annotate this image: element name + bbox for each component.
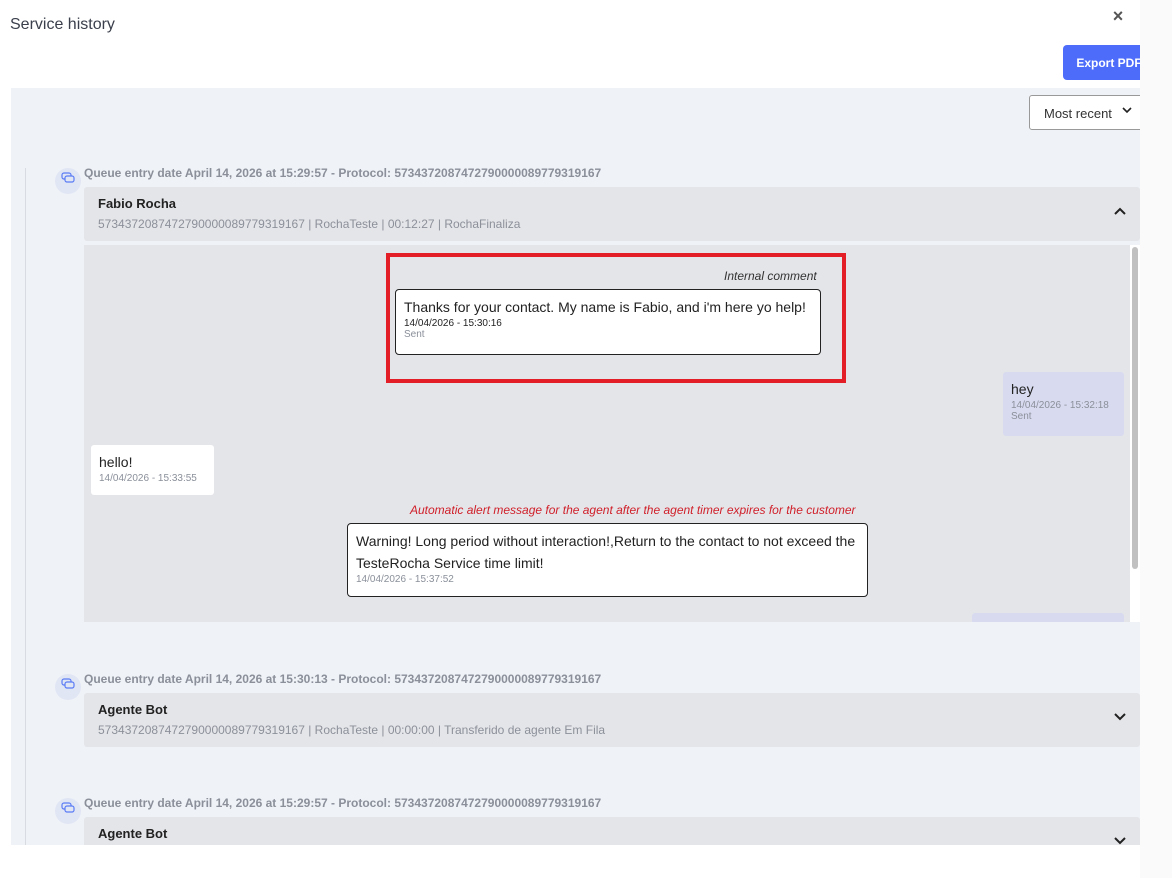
message-text: Thanks for your contact. My name is Fabi…	[404, 299, 806, 315]
alert-message-bubble: Warning! Long period without interaction…	[347, 523, 868, 597]
chat-scrollbar-thumb[interactable]	[1132, 247, 1138, 569]
agent-name: Fabio Rocha	[98, 196, 177, 211]
timeline-line	[25, 168, 26, 845]
sort-select[interactable]: Most recent	[1029, 95, 1147, 130]
modal-footer	[0, 845, 1140, 878]
entry-meta: 5734372087472790000089779319167 | RochaT…	[98, 723, 606, 737]
message-time: 14/04/2026 - 15:32:18	[1011, 400, 1109, 411]
message-text: Warning! Long period without interaction…	[356, 533, 856, 571]
entry-card[interactable]: Agente Bot 57343720874727900000897793191…	[84, 693, 1140, 747]
service-history-modal: Service history × Export PDF Most recent…	[0, 0, 1155, 878]
chat-bubbles-icon	[55, 798, 81, 824]
sort-selected-value: Most recent	[1044, 106, 1112, 121]
chevron-up-icon[interactable]	[1112, 203, 1128, 224]
chat-transcript: Internal comment Thanks for your contact…	[84, 245, 1140, 622]
chevron-down-icon	[1121, 104, 1133, 119]
message-time: 14/04/2026 - 15:37:52	[356, 574, 454, 585]
entry-card[interactable]: Agente Bot	[84, 817, 1140, 845]
modal-title: Service history	[10, 16, 115, 33]
entry-meta: 5734372087472790000089779319167 | RochaT…	[98, 217, 521, 231]
message-text: hello!	[99, 454, 133, 470]
incoming-message: hello! 14/04/2026 - 15:33:55	[91, 445, 214, 495]
message-status: Sent	[1011, 411, 1032, 422]
chat-bubbles-icon	[55, 168, 81, 194]
outgoing-message	[972, 613, 1124, 622]
message-time: 14/04/2026 - 15:33:55	[99, 473, 197, 484]
message-status: Sent	[404, 329, 425, 340]
entry-header: Queue entry date April 14, 2026 at 15:30…	[84, 672, 602, 686]
internal-comment-bubble: Thanks for your contact. My name is Fabi…	[395, 289, 821, 355]
outgoing-message: hey 14/04/2026 - 15:32:18 Sent	[1003, 372, 1124, 436]
agent-name: Agente Bot	[98, 702, 168, 717]
entry-header: Queue entry date April 14, 2026 at 15:29…	[84, 796, 602, 810]
message-text: hey	[1011, 381, 1034, 397]
backdrop	[1140, 0, 1172, 878]
entry-card[interactable]: Fabio Rocha 5734372087472790000089779319…	[84, 187, 1140, 241]
internal-comment-caption: Internal comment	[724, 269, 817, 283]
chat-bubbles-icon	[55, 674, 81, 700]
close-icon[interactable]: ×	[1108, 6, 1128, 26]
alert-caption: Automatic alert message for the agent af…	[410, 503, 856, 517]
chat-scrollbar[interactable]	[1130, 245, 1140, 622]
entry-header: Queue entry date April 14, 2026 at 15:29…	[84, 166, 602, 180]
history-content: Most recent Queue entry date April 14, 2…	[11, 88, 1152, 845]
chevron-down-icon[interactable]	[1112, 709, 1128, 730]
message-time: 14/04/2026 - 15:30:16	[404, 318, 502, 329]
chevron-down-icon[interactable]	[1112, 833, 1128, 845]
agent-name: Agente Bot	[98, 826, 168, 841]
